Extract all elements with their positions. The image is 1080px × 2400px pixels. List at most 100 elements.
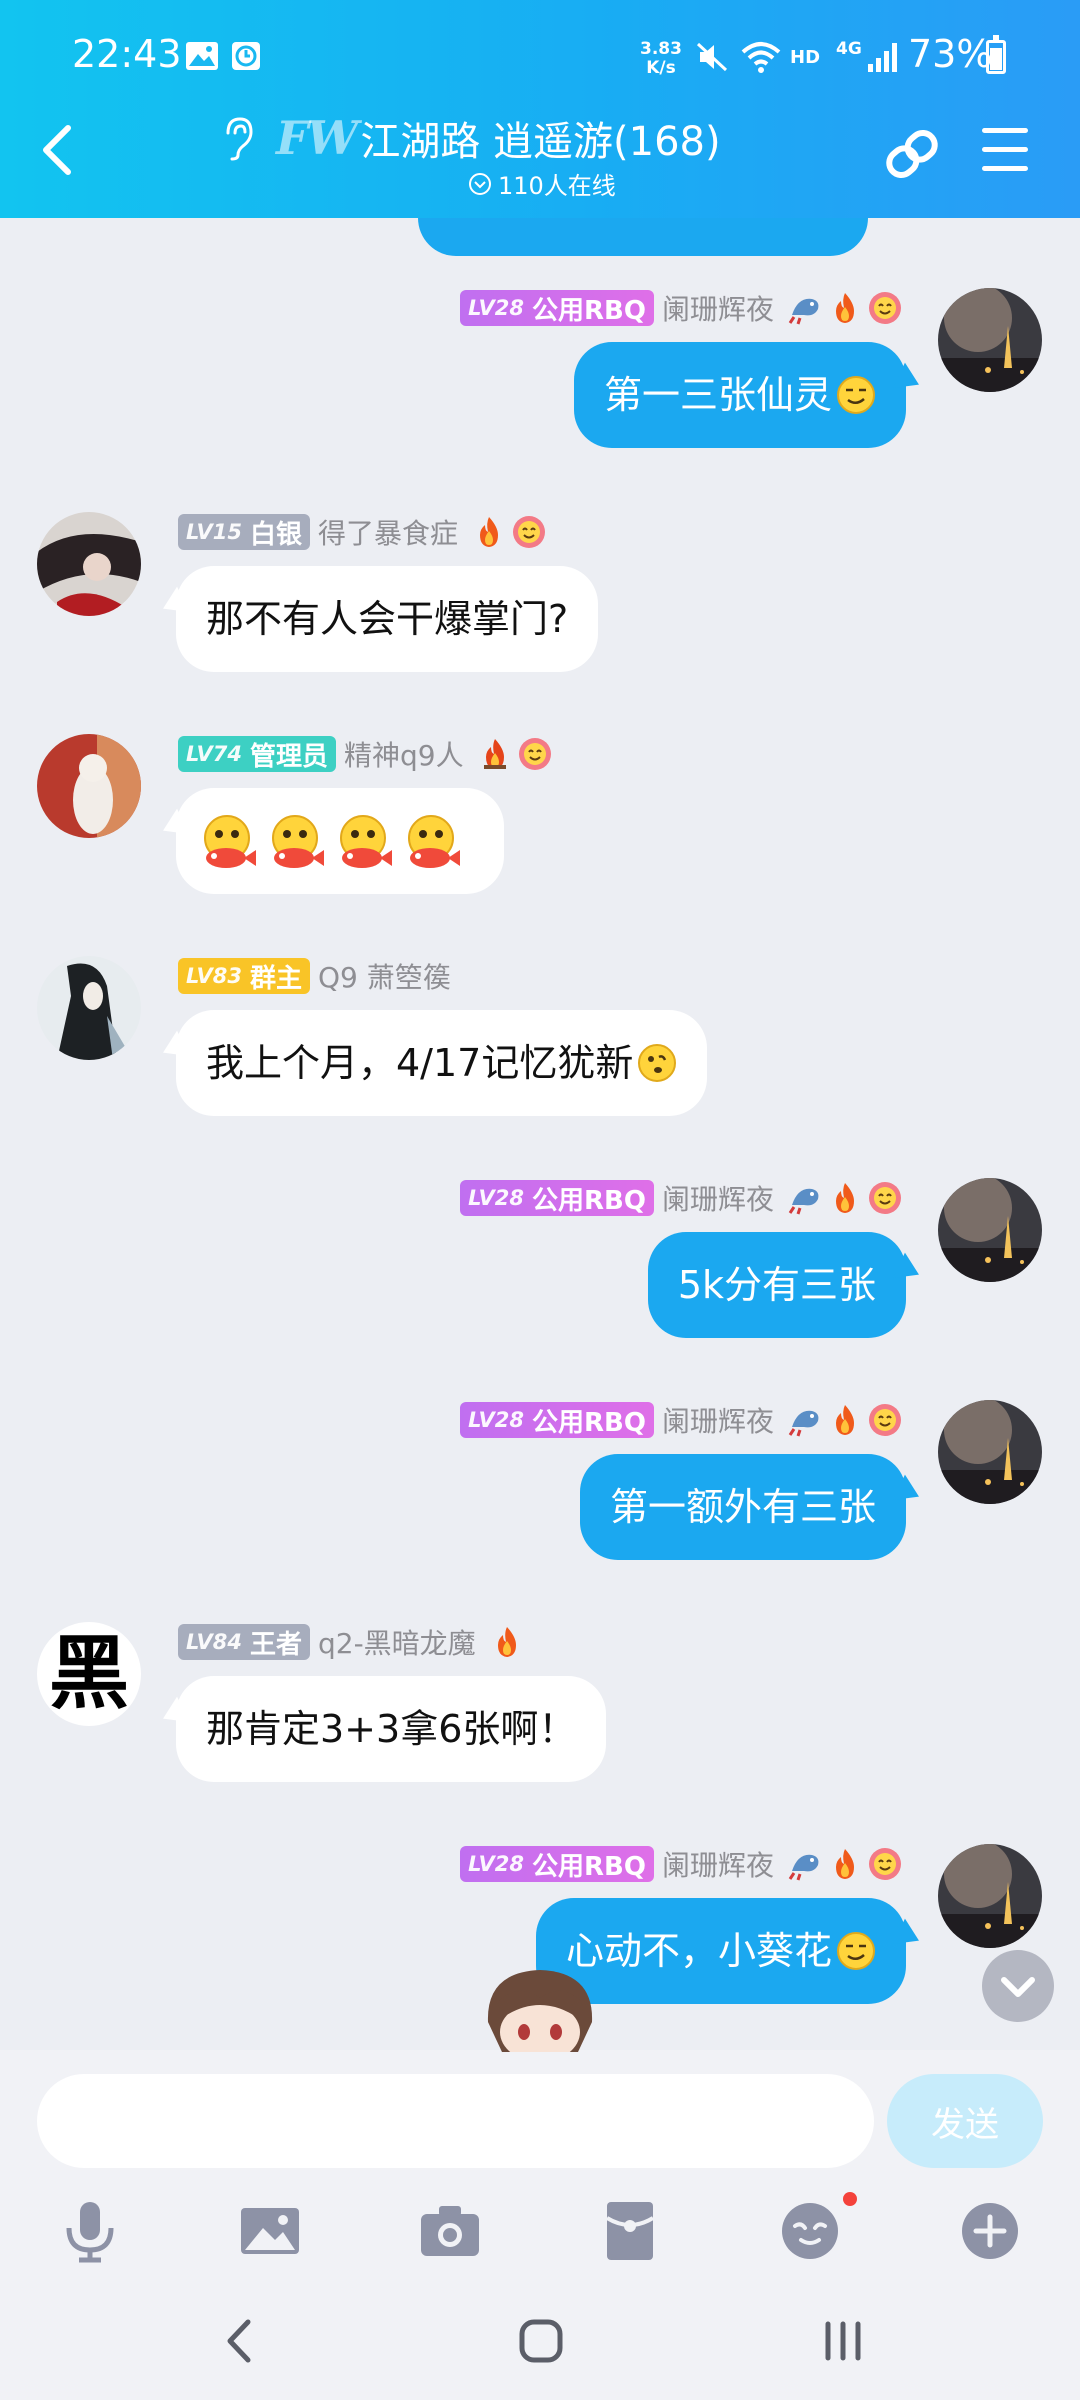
sender-meta: LV28 公用RBQ 阑珊辉夜 [460, 1400, 902, 1440]
avatar[interactable] [938, 1400, 1042, 1504]
scroll-to-bottom-button[interactable] [982, 1950, 1054, 2022]
status-time: 22:43 [72, 32, 182, 76]
mascot-character[interactable] [478, 1962, 602, 2052]
composer-toolbar [0, 2186, 1080, 2276]
message-item: LV83 群主 Q9 萧箜篌 我上个月，4/17记忆犹新 [0, 956, 1080, 1126]
message-bubble-previous[interactable] [418, 218, 868, 256]
avatar[interactable]: 黑 [37, 1622, 141, 1726]
level-badge: LV28 公用RBQ [460, 1180, 654, 1216]
plus-icon[interactable] [955, 2196, 1025, 2266]
sender-meta: LV28 公用RBQ 阑珊辉夜 [460, 1178, 902, 1218]
camera-icon[interactable] [415, 2196, 485, 2266]
smirk-emoji [837, 1932, 875, 1970]
fire-icon [483, 739, 506, 769]
message-bubble[interactable]: 我上个月，4/17记忆犹新 [176, 1010, 708, 1116]
group-title: 江湖路 逍遥游(168) [360, 119, 721, 165]
avatar[interactable] [938, 1178, 1042, 1282]
clock-notification-icon [232, 42, 260, 70]
fish-face-emoji [408, 814, 460, 868]
sender-name[interactable]: 得了暴食症 [318, 512, 458, 552]
avatar[interactable] [37, 956, 141, 1060]
sender-meta: LV84 王者 q2-黑暗龙魔 [178, 1622, 524, 1662]
avatar[interactable] [37, 512, 141, 616]
flower-face-icon [518, 738, 551, 770]
sender-name[interactable]: 阑珊辉夜 [662, 288, 774, 328]
nav-back-button[interactable] [220, 2316, 260, 2366]
message-bubble[interactable] [176, 788, 504, 894]
message-bubble[interactable]: 那肯定3+3拿6张啊！ [176, 1676, 607, 1782]
flower-face-icon [869, 292, 901, 324]
level-badge: LV15 白银 [178, 514, 310, 550]
hd-indicator: HD [790, 47, 821, 68]
message-item: LV28 公用RBQ 阑珊辉夜 第一三张仙灵 [0, 288, 1080, 458]
link-icon[interactable] [880, 122, 944, 186]
image-icon[interactable] [235, 2196, 305, 2266]
online-count[interactable]: 110人在线 [468, 166, 616, 201]
flower-face-icon [513, 516, 545, 548]
dragon-icon [788, 1854, 819, 1881]
ear-icon [226, 117, 253, 161]
microphone-icon[interactable] [55, 2196, 125, 2266]
level-badge: LV84 王者 [178, 1624, 310, 1660]
fire-icon [836, 1849, 854, 1879]
message-item: LV28 公用RBQ 阑珊辉夜 第一额外有三张 [0, 1400, 1080, 1570]
send-button[interactable]: 发送 [887, 2074, 1043, 2168]
nav-home-button[interactable] [518, 2318, 564, 2364]
sender-name[interactable]: 阑珊辉夜 [662, 1400, 774, 1440]
nav-recents-button[interactable] [820, 2320, 866, 2362]
level-badge: LV74 管理员 [178, 736, 336, 772]
smirk-emoji [837, 376, 875, 414]
chat-header: 22:43 3.83 K/s HD 4G 73% FW 江湖路 逍遥游(168) … [0, 0, 1080, 218]
level-badge: LV28 公用RBQ [460, 1402, 654, 1438]
dragon-icon [788, 1188, 819, 1215]
dragon-icon [788, 1410, 819, 1437]
sender-name[interactable]: 精神q9人 [344, 734, 464, 774]
gallery-notification-icon [186, 42, 218, 70]
sender-name[interactable]: q2-黑暗龙魔 [318, 1622, 476, 1662]
battery-icon [986, 35, 1006, 74]
fire-icon [480, 517, 498, 547]
flower-face-icon [869, 1404, 901, 1436]
chat-title[interactable]: FW 江湖路 逍遥游(168) [220, 108, 721, 168]
message-input[interactable] [37, 2074, 874, 2168]
fire-icon [836, 293, 854, 323]
group-logo: FW [276, 111, 358, 165]
fire-icon [836, 1405, 854, 1435]
sender-meta: LV74 管理员 精神q9人 [178, 734, 552, 774]
avatar[interactable] [37, 734, 141, 838]
avatar[interactable] [938, 1844, 1042, 1948]
level-badge: LV83 群主 [178, 958, 310, 994]
sender-name[interactable]: 阑珊辉夜 [662, 1844, 774, 1884]
fire-icon [497, 1627, 516, 1657]
dizzy-face-emoji [638, 1044, 677, 1082]
menu-button[interactable] [982, 128, 1028, 172]
emoji-icon[interactable] [775, 2196, 845, 2266]
back-button[interactable] [34, 120, 84, 180]
signal-icon [868, 43, 897, 72]
chevron-down-circle-icon [469, 172, 491, 195]
sender-meta: LV83 群主 Q9 萧箜篌 [178, 956, 459, 996]
message-item: LV28 公用RBQ 阑珊辉夜 5k分有三张 [0, 1178, 1080, 1348]
message-bubble[interactable]: 5k分有三张 [647, 1232, 906, 1338]
fish-face-emoji [272, 814, 324, 868]
red-packet-icon[interactable] [595, 2196, 665, 2266]
message-bubble[interactable]: 第一额外有三张 [579, 1454, 906, 1560]
battery-percent: 73% [908, 32, 993, 76]
message-list[interactable]: LV28 公用RBQ 阑珊辉夜 第一三张仙灵 LV15 白银 得了暴食症 那不有人会… [0, 218, 1080, 2050]
network-type: 4G [836, 39, 862, 59]
sender-name[interactable]: 阑珊辉夜 [662, 1178, 774, 1218]
system-nav-bar [0, 2280, 1080, 2400]
message-bubble[interactable]: 那不有人会干爆掌门? [176, 566, 599, 672]
avatar[interactable] [938, 288, 1042, 392]
fish-face-emoji [340, 814, 392, 868]
fire-icon [836, 1183, 854, 1213]
level-badge: LV28 公用RBQ [460, 290, 654, 326]
notification-dot [843, 2192, 857, 2206]
sender-name[interactable]: Q9 萧箜篌 [318, 956, 451, 996]
wifi-icon [741, 42, 781, 73]
sender-meta: LV28 公用RBQ 阑珊辉夜 [460, 1844, 902, 1884]
message-bubble[interactable]: 第一三张仙灵 [573, 342, 906, 448]
message-item: 黑 LV84 王者 q2-黑暗龙魔 那肯定3+3拿6张啊！ [0, 1622, 1080, 1792]
sender-meta: LV15 白银 得了暴食症 [178, 512, 546, 552]
dragon-icon [788, 298, 819, 325]
